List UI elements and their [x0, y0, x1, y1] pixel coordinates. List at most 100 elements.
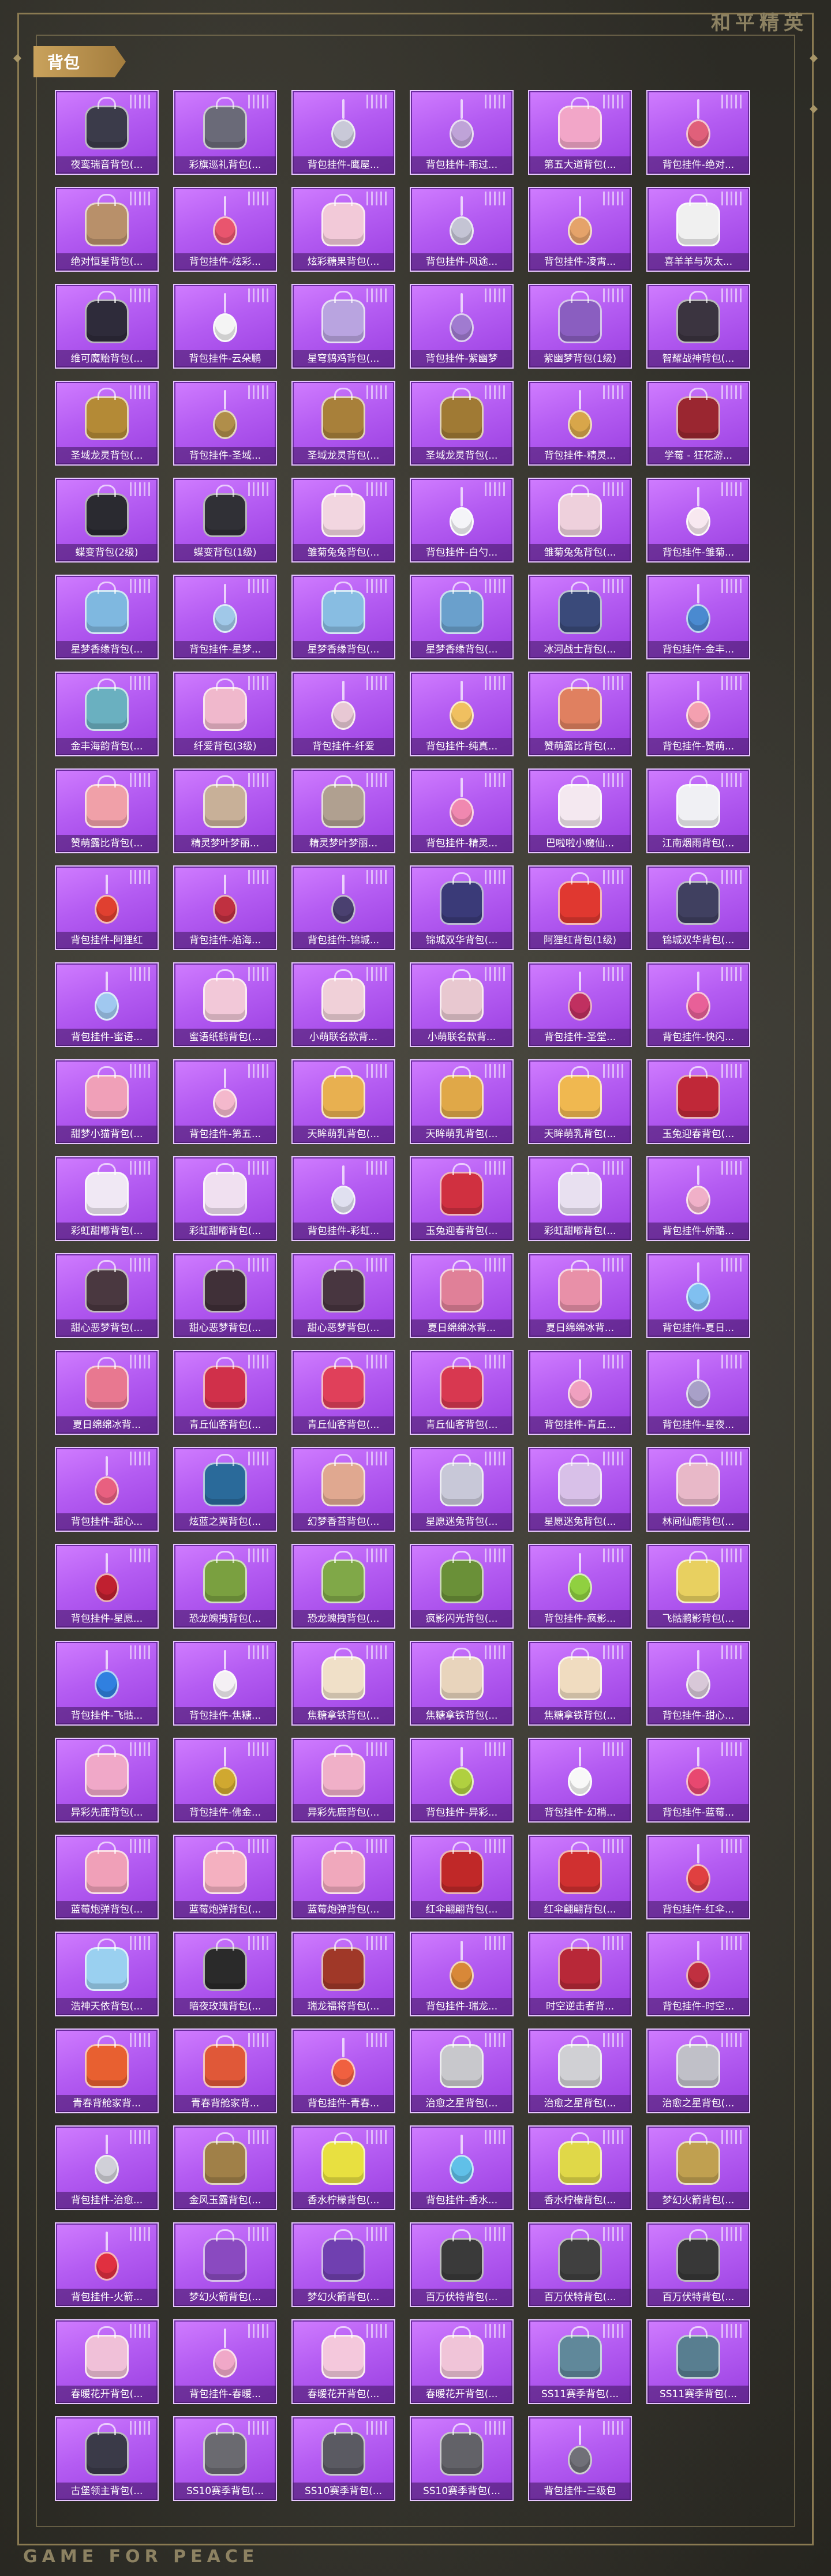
inventory-item[interactable]: 时空逆击者背... — [528, 1932, 632, 2016]
inventory-item[interactable]: 彩虹甜嘟背包(... — [55, 1156, 159, 1241]
inventory-item[interactable]: 甜心恶梦背包(... — [55, 1253, 159, 1338]
inventory-item[interactable]: 梦幻火箭背包(... — [291, 2222, 395, 2307]
inventory-item[interactable]: 背包挂件-红伞... — [646, 1835, 750, 1919]
inventory-item[interactable]: 幻梦香苔背包(... — [291, 1447, 395, 1532]
inventory-item[interactable]: 维可魔贻背包(... — [55, 284, 159, 369]
inventory-item[interactable]: 林间仙鹿背包(... — [646, 1447, 750, 1532]
inventory-item[interactable]: 青春背舱家背... — [173, 2028, 277, 2113]
inventory-item[interactable]: 夏日绵绵冰背... — [55, 1350, 159, 1435]
inventory-item[interactable]: 赞萌露比背包(... — [528, 672, 632, 756]
inventory-item[interactable]: 蜜语纸鹤背包(... — [173, 962, 277, 1047]
inventory-item[interactable]: 锦城双华背包(... — [646, 865, 750, 950]
inventory-item[interactable]: 蓝莓炮弹背包(... — [291, 1835, 395, 1919]
inventory-item[interactable]: 背包挂件-绝对... — [646, 90, 750, 175]
inventory-item[interactable]: 背包挂件-甜心... — [646, 1641, 750, 1726]
inventory-item[interactable]: 天眸萌乳背包(... — [528, 1059, 632, 1144]
inventory-item[interactable]: 星梦香缘背包(... — [410, 575, 514, 659]
inventory-item[interactable]: 背包挂件-纤爱 — [291, 672, 395, 756]
inventory-item[interactable]: 圣域龙灵背包(... — [410, 381, 514, 466]
inventory-item[interactable]: 背包挂件-佛金... — [173, 1738, 277, 1823]
inventory-item[interactable]: SS10赛季背包(... — [173, 2416, 277, 2501]
inventory-item[interactable]: 蝶变背包(2级) — [55, 478, 159, 563]
inventory-item[interactable]: 焦糖拿铁背包(... — [410, 1641, 514, 1726]
inventory-item[interactable]: 纤爱背包(3级) — [173, 672, 277, 756]
inventory-item[interactable]: 蝶变背包(1级) — [173, 478, 277, 563]
inventory-item[interactable]: 彩虹甜嘟背包(... — [173, 1156, 277, 1241]
inventory-item[interactable]: 背包挂件-星愿... — [55, 1544, 159, 1629]
inventory-item[interactable]: 背包挂件-焦糖... — [173, 1641, 277, 1726]
inventory-item[interactable]: 蓝莓炮弹背包(... — [173, 1835, 277, 1919]
inventory-item[interactable]: 背包挂件-蜜语... — [55, 962, 159, 1047]
inventory-item[interactable]: 背包挂件-香水... — [410, 2125, 514, 2210]
inventory-item[interactable]: 紫幽梦背包(1级) — [528, 284, 632, 369]
inventory-item[interactable]: 青丘仙客背包(... — [291, 1350, 395, 1435]
inventory-item[interactable]: 背包挂件-星梦... — [173, 575, 277, 659]
inventory-item[interactable]: 背包挂件-风途... — [410, 187, 514, 272]
inventory-item[interactable]: 恐龙魄拽背包(... — [173, 1544, 277, 1629]
inventory-item[interactable]: 背包挂件-青春... — [291, 2028, 395, 2113]
inventory-item[interactable]: 背包挂件-白勺... — [410, 478, 514, 563]
inventory-item[interactable]: 背包挂件-娇酷... — [646, 1156, 750, 1241]
inventory-item[interactable]: 赞萌露比背包(... — [55, 768, 159, 853]
inventory-item[interactable]: 炫蓝之翼背包(... — [173, 1447, 277, 1532]
inventory-item[interactable]: 背包挂件-圣堂... — [528, 962, 632, 1047]
inventory-item[interactable]: 背包挂件-第五... — [173, 1059, 277, 1144]
inventory-item[interactable]: 炫彩糖果背包(... — [291, 187, 395, 272]
inventory-item[interactable]: 治愈之星背包(... — [646, 2028, 750, 2113]
inventory-item[interactable]: 香水柠檬背包(... — [291, 2125, 395, 2210]
inventory-item[interactable]: 背包挂件-云朵鹏 — [173, 284, 277, 369]
inventory-item[interactable]: 背包挂件-幻梢... — [528, 1738, 632, 1823]
inventory-item[interactable]: 背包挂件-圣域... — [173, 381, 277, 466]
inventory-item[interactable]: 青春背舱家背... — [55, 2028, 159, 2113]
inventory-item[interactable]: 天眸萌乳背包(... — [410, 1059, 514, 1144]
inventory-item[interactable]: 背包挂件-春暖... — [173, 2319, 277, 2404]
inventory-item[interactable]: 背包挂件-精灵... — [528, 381, 632, 466]
inventory-item[interactable]: 星愿迷兔背包(... — [410, 1447, 514, 1532]
inventory-item[interactable]: 背包挂件-疯影... — [528, 1544, 632, 1629]
inventory-item[interactable]: 小萌联名款背... — [291, 962, 395, 1047]
inventory-item[interactable]: 雏菊兔兔背包(... — [528, 478, 632, 563]
inventory-item[interactable]: 圣域龙灵背包(... — [55, 381, 159, 466]
inventory-item[interactable]: 焦糖拿铁背包(... — [291, 1641, 395, 1726]
inventory-item[interactable]: 暗夜玫瑰背包(... — [173, 1932, 277, 2016]
inventory-item[interactable]: 背包挂件-精灵... — [410, 768, 514, 853]
inventory-item[interactable]: 香水柠檬背包(... — [528, 2125, 632, 2210]
inventory-item[interactable]: 甜梦小猫背包(... — [55, 1059, 159, 1144]
inventory-item[interactable]: 精灵梦叶梦丽... — [173, 768, 277, 853]
inventory-item[interactable]: 背包挂件-锦城... — [291, 865, 395, 950]
inventory-item[interactable]: 背包挂件-快闪... — [646, 962, 750, 1047]
inventory-item[interactable]: 巴啦啦小魔仙... — [528, 768, 632, 853]
inventory-item[interactable]: 背包挂件-紫幽梦 — [410, 284, 514, 369]
inventory-item[interactable]: 飞骷鹏影背包(... — [646, 1544, 750, 1629]
inventory-item[interactable]: 锦城双华背包(... — [410, 865, 514, 950]
inventory-item[interactable]: 天眸萌乳背包(... — [291, 1059, 395, 1144]
inventory-item[interactable]: 甜心恶梦背包(... — [173, 1253, 277, 1338]
inventory-item[interactable]: 治愈之星背包(... — [528, 2028, 632, 2113]
inventory-item[interactable]: 背包挂件-飞骷... — [55, 1641, 159, 1726]
inventory-item[interactable]: 瑞龙福将背包(... — [291, 1932, 395, 2016]
inventory-item[interactable]: 青丘仙客背包(... — [410, 1350, 514, 1435]
inventory-item[interactable]: 背包挂件-青丘... — [528, 1350, 632, 1435]
inventory-item[interactable]: 背包挂件-蓝莓... — [646, 1738, 750, 1823]
inventory-item[interactable]: 百万伏特背包(... — [646, 2222, 750, 2307]
inventory-item[interactable]: 背包挂件-时空... — [646, 1932, 750, 2016]
inventory-item[interactable]: 背包挂件-金丰... — [646, 575, 750, 659]
inventory-item[interactable]: 背包挂件-甜心... — [55, 1447, 159, 1532]
inventory-item[interactable]: 夏日绵绵冰背... — [528, 1253, 632, 1338]
inventory-item[interactable]: 金丰海韵背包(... — [55, 672, 159, 756]
inventory-item[interactable]: 红伞翩翩背包(... — [410, 1835, 514, 1919]
inventory-item[interactable]: 甜心恶梦背包(... — [291, 1253, 395, 1338]
inventory-item[interactable]: 小萌联名款背... — [410, 962, 514, 1047]
inventory-item[interactable]: 梦幻火箭背包(... — [646, 2125, 750, 2210]
inventory-item[interactable]: 蓝莓炮弹背包(... — [55, 1835, 159, 1919]
inventory-item[interactable]: 焦糖拿铁背包(... — [528, 1641, 632, 1726]
inventory-item[interactable]: 治愈之星背包(... — [410, 2028, 514, 2113]
inventory-item[interactable]: 背包挂件-异彩... — [410, 1738, 514, 1823]
inventory-item[interactable]: SS11赛季背包(... — [528, 2319, 632, 2404]
inventory-item[interactable]: 恐龙魄拽背包(... — [291, 1544, 395, 1629]
inventory-item[interactable]: 彩虹甜嘟背包(... — [528, 1156, 632, 1241]
inventory-item[interactable]: 背包挂件-火箭... — [55, 2222, 159, 2307]
inventory-item[interactable]: 雏菊兔兔背包(... — [291, 478, 395, 563]
inventory-item[interactable]: 学莓 - 狂花游... — [646, 381, 750, 466]
inventory-item[interactable]: SS11赛季背包(... — [646, 2319, 750, 2404]
